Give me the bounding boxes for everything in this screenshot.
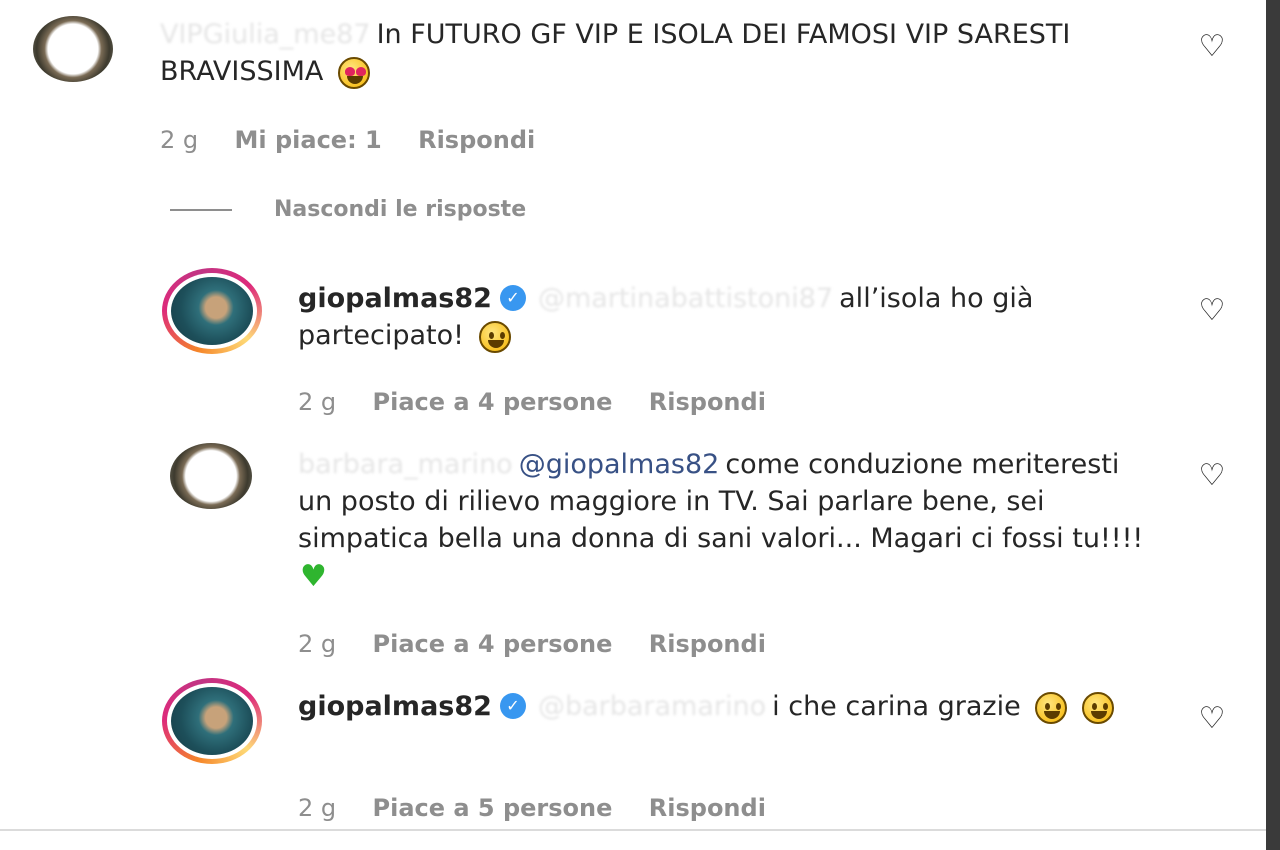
- hugging-emoji-icon: [1081, 691, 1114, 724]
- comment-meta: 2 g Mi piace: 1 Rispondi: [160, 126, 563, 154]
- comment-meta: 2 g Piace a 5 persone Rispondi: [298, 794, 794, 822]
- blurred-username: barbara_marino: [298, 449, 513, 480]
- green-heart-icon: ♥: [300, 559, 327, 594]
- comment-time: 2 g: [298, 794, 337, 822]
- comment-meta: 2 g Piace a 4 persone Rispondi: [298, 388, 794, 416]
- divider: [0, 829, 1266, 831]
- comment-time: 2 g: [160, 126, 199, 154]
- comment-time: 2 g: [298, 388, 337, 416]
- like-heart-icon[interactable]: ♡: [1197, 296, 1227, 326]
- verified-badge-icon: ✓: [499, 692, 526, 719]
- reply-button[interactable]: Rispondi: [649, 630, 766, 658]
- comment-text: VIPGiulia_me87\In FUTURO GF VIP E ISOLA …: [160, 19, 1071, 89]
- comment-text: giopalmas82✓@martinabattistoni87@all’iso…: [298, 283, 1034, 353]
- hugging-emoji-icon: [1035, 691, 1068, 724]
- avatar[interactable]: [162, 268, 262, 354]
- blurred-mention: @martinabattistoni87: [537, 283, 834, 314]
- avatar[interactable]: [162, 678, 262, 764]
- comment-text: giopalmas82✓@barbaramarino(i che carina …: [298, 688, 1158, 725]
- hide-replies-button[interactable]: Nascondi le risposte: [170, 197, 526, 222]
- heart-eyes-emoji-icon: [337, 56, 370, 89]
- likes-count[interactable]: Piace a 4 persone: [373, 388, 613, 416]
- comment-time: 2 g: [298, 630, 337, 658]
- reply-button[interactable]: Rispondi: [649, 794, 766, 822]
- reply-button[interactable]: Rispondi: [649, 388, 766, 416]
- comment-username[interactable]: giopalmas82: [298, 691, 492, 722]
- like-heart-icon[interactable]: ♡: [1197, 32, 1227, 62]
- comment-meta: 2 g Piace a 4 persone Rispondi: [298, 630, 794, 658]
- likes-count[interactable]: Piace a 5 persone: [373, 794, 613, 822]
- reply-button[interactable]: Rispondi: [418, 126, 535, 154]
- grinning-emoji-icon: [478, 320, 511, 353]
- blurred-username: VIPGiulia_me87: [160, 19, 371, 50]
- like-heart-icon[interactable]: ♡: [1197, 461, 1227, 491]
- avatar[interactable]: [170, 443, 252, 509]
- mention-link[interactable]: @giopalmas82: [519, 449, 720, 480]
- avatar[interactable]: [33, 16, 113, 82]
- like-heart-icon[interactable]: ♡: [1197, 704, 1227, 734]
- comment-username[interactable]: giopalmas82: [298, 283, 492, 314]
- comment-text: barbara_marino @giopalmas82 come conduzion…: [298, 449, 1144, 594]
- likes-count[interactable]: Mi piace: 1: [235, 126, 382, 154]
- verified-badge-icon: ✓: [499, 284, 526, 311]
- likes-count[interactable]: Piace a 4 persone: [373, 630, 613, 658]
- divider: [170, 209, 232, 211]
- scrollbar[interactable]: [1266, 0, 1280, 850]
- blurred-mention: @barbaramarino: [537, 691, 767, 722]
